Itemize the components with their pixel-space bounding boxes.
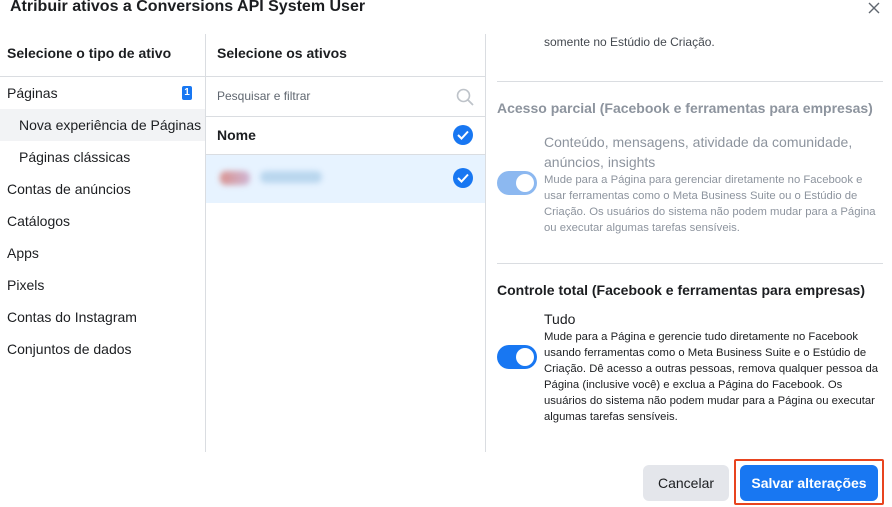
select-all-checkbox[interactable]: [453, 125, 473, 145]
partial-access-option-title: Conteúdo, mensagens, atividade da comuni…: [544, 134, 853, 170]
check-icon: [457, 130, 469, 140]
permissions-panel: somente no Estúdio de Criação. Acesso pa…: [486, 34, 892, 452]
asset-type-label: Páginas clássicas: [19, 149, 131, 165]
asset-type-header: Selecione o tipo de ativo: [0, 34, 205, 77]
search-bar: [206, 77, 485, 117]
section-divider: [497, 263, 883, 264]
toggle-knob: [516, 174, 534, 192]
asset-type-classic-pages[interactable]: Páginas clássicas: [0, 141, 205, 173]
full-control-option-desc: Mude para a Página e gerencie tudo diret…: [544, 331, 879, 423]
asset-row[interactable]: [206, 155, 485, 203]
asset-type-instagram-accounts[interactable]: Contas do Instagram: [0, 301, 205, 333]
full-control-option-title: Tudo: [544, 311, 576, 327]
check-icon: [457, 173, 469, 183]
full-control-section: Controle total (Facebook e ferramentas p…: [497, 282, 883, 425]
asset-type-new-pages-experience[interactable]: Nova experiência de Páginas: [0, 109, 205, 141]
selected-count-badge: 1: [182, 86, 192, 100]
cancel-button[interactable]: Cancelar: [643, 465, 729, 501]
full-control-option: Tudo Mude para a Página e gerencie tudo …: [497, 309, 883, 425]
asset-type-pages[interactable]: Páginas 1: [0, 77, 205, 109]
asset-type-pixels[interactable]: Pixels: [0, 269, 205, 301]
asset-type-label: Páginas: [7, 85, 58, 101]
previous-option-fragment: somente no Estúdio de Criação.: [497, 34, 883, 82]
asset-type-label: Nova experiência de Páginas: [19, 117, 202, 133]
asset-name-redacted: [260, 171, 322, 183]
close-icon[interactable]: [866, 0, 882, 16]
search-icon: [456, 88, 474, 106]
toggle-knob: [516, 348, 534, 366]
name-header-row: Nome: [206, 117, 485, 155]
asset-type-label: Apps: [7, 245, 39, 261]
partial-access-option-desc: Mude para a Página para gerenciar direta…: [544, 174, 876, 234]
asset-type-label: Contas do Instagram: [7, 309, 137, 325]
option-description-fragment: somente no Estúdio de Criação.: [544, 35, 715, 49]
save-button-highlight: Salvar alterações: [734, 459, 884, 505]
asset-type-label: Conjuntos de dados: [7, 341, 132, 357]
full-control-toggle[interactable]: [497, 345, 537, 369]
asset-type-label: Contas de anúncios: [7, 181, 131, 197]
name-column-header: Nome: [217, 127, 256, 143]
partial-access-toggle[interactable]: [497, 171, 537, 195]
assets-header: Selecione os ativos: [206, 34, 485, 77]
asset-checkbox[interactable]: [453, 168, 473, 188]
asset-type-catalogs[interactable]: Catálogos: [0, 205, 205, 237]
asset-type-label: Catálogos: [7, 213, 71, 229]
partial-access-title: Acesso parcial (Facebook e ferramentas p…: [497, 100, 873, 116]
partial-access-section: Acesso parcial (Facebook e ferramentas p…: [497, 100, 883, 236]
save-changes-button[interactable]: Salvar alterações: [740, 465, 878, 501]
page-logo-icon: [220, 171, 250, 185]
asset-type-list: Páginas 1 Nova experiência de Páginas Pá…: [0, 77, 205, 365]
asset-type-label: Pixels: [7, 277, 45, 293]
asset-type-panel: Selecione o tipo de ativo Páginas 1 Nova…: [0, 34, 206, 452]
full-control-title: Controle total (Facebook e ferramentas p…: [497, 282, 866, 298]
search-input[interactable]: [206, 77, 446, 115]
dialog-title: Atribuir ativos a Conversions API System…: [10, 0, 366, 15]
asset-type-datasets[interactable]: Conjuntos de dados: [0, 333, 205, 365]
asset-type-ad-accounts[interactable]: Contas de anúncios: [0, 173, 205, 205]
assets-panel: Selecione os ativos Nome: [206, 34, 486, 452]
partial-access-option: Conteúdo, mensagens, atividade da comuni…: [497, 132, 883, 236]
asset-type-apps[interactable]: Apps: [0, 237, 205, 269]
